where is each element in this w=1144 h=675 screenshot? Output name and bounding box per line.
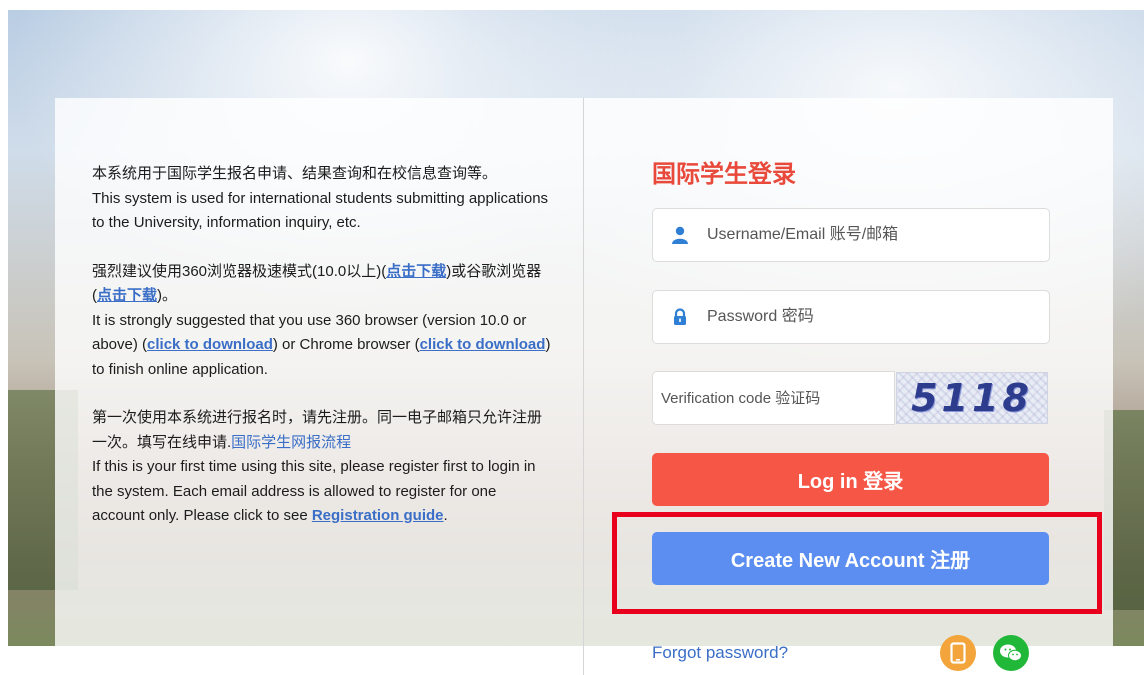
login-button[interactable]: Log in 登录	[652, 453, 1049, 506]
captcha-text: 5118	[911, 376, 1033, 420]
wechat-icon[interactable]	[993, 635, 1029, 671]
download-chrome-link-cn[interactable]: 点击下载	[97, 287, 157, 304]
forgot-password-link[interactable]: Forgot password?	[652, 643, 788, 663]
browser-text-en-b: ) or Chrome browser (	[272, 336, 420, 353]
username-input[interactable]	[705, 225, 1029, 245]
download-360-link-en[interactable]: click to download	[147, 336, 273, 353]
browser-text-cn-c: )。	[157, 287, 178, 304]
user-icon	[671, 226, 689, 244]
download-360-link-cn[interactable]: 点击下载	[386, 263, 446, 280]
registration-process-link-cn[interactable]: 国际学生网报流程	[231, 434, 351, 451]
info-paragraph-browser: 强烈建议使用360浏览器极速模式(10.0以上)(点击下载)或谷歌浏览器(点击下…	[92, 260, 552, 383]
intro-text-cn: 本系统用于国际学生报名申请、结果查询和在校信息查询等。	[92, 165, 498, 182]
register-text-en-end: .	[443, 507, 448, 524]
highlight-box	[612, 512, 1102, 614]
password-input[interactable]	[705, 307, 1029, 327]
info-paragraph-intro: 本系统用于国际学生报名申请、结果查询和在校信息查询等。 This system …	[92, 162, 552, 236]
username-field[interactable]	[652, 208, 1050, 262]
registration-guide-link[interactable]: Registration guide	[312, 507, 444, 524]
captcha-image[interactable]: 5118	[896, 372, 1048, 424]
verification-field[interactable]	[652, 371, 895, 425]
login-title: 国际学生登录	[652, 161, 796, 188]
browser-text-cn-a: 强烈建议使用360浏览器极速模式(10.0以上)(	[92, 262, 387, 280]
lock-icon	[671, 308, 689, 326]
info-paragraph-register: 第一次使用本系统进行报名时，请先注册。同一电子邮箱只允许注册一次。填写在线申请.…	[92, 406, 552, 529]
info-section: 本系统用于国际学生报名申请、结果查询和在校信息查询等。 This system …	[92, 162, 552, 553]
download-chrome-link-en[interactable]: click to download	[420, 336, 546, 353]
password-field[interactable]	[652, 290, 1050, 344]
intro-text-en: This system is used for international st…	[92, 189, 549, 232]
panel-divider	[583, 98, 584, 675]
verification-input[interactable]	[659, 388, 893, 408]
mobile-icon[interactable]	[940, 635, 976, 671]
